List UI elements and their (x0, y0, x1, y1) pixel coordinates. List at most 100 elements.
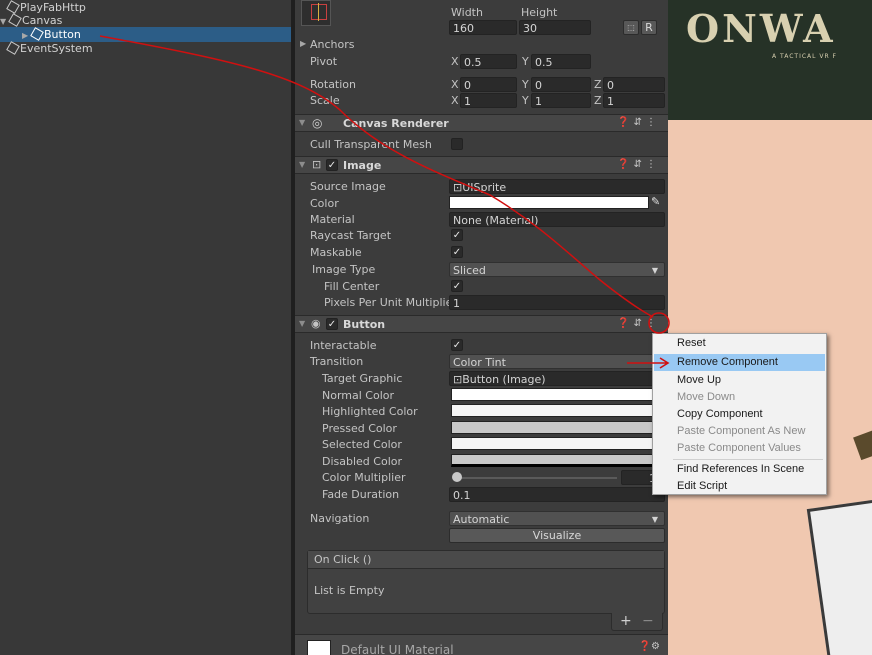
hierarchy-item-eventsystem[interactable]: EventSystem (6, 41, 93, 56)
pivot-x-field[interactable]: 0.5 (460, 54, 517, 69)
component-title: Image (343, 159, 382, 172)
target-graphic-field[interactable]: ⊡Button (Image) (449, 371, 665, 386)
fold-arrow-icon[interactable]: ▼ (299, 319, 305, 328)
scale-x-field[interactable]: 1 (460, 93, 517, 108)
interactable-checkbox[interactable]: ✓ (451, 339, 463, 351)
fold-arrow-icon[interactable]: ▼ (299, 118, 305, 127)
rotation-z-field[interactable]: 0 (603, 77, 665, 92)
dropdown-arrow-icon: ▼ (651, 515, 658, 524)
inspector-panel: Width Height 160 30 ⬚ R ▶ Anchors Pivot … (295, 0, 668, 655)
image-header[interactable]: ▼ ⊡ ✓ Image ❓⇵⋮ (295, 156, 668, 174)
component-title: Canvas Renderer (343, 117, 449, 130)
transition-label: Transition (310, 355, 364, 368)
highlighted-color-label: Highlighted Color (322, 405, 418, 418)
hierarchy-panel: PlayFabHttp ▼ Canvas ▶ Button EventSystem (0, 0, 291, 655)
width-field[interactable]: 160 (449, 20, 517, 35)
menu-item-reset[interactable]: Reset (654, 335, 825, 352)
menu-separator (673, 459, 823, 460)
color-swatch[interactable] (449, 196, 649, 209)
material-header-buttons[interactable]: ❓⚙ (639, 641, 660, 652)
hierarchy-item-button[interactable]: ▶ Button (0, 27, 291, 42)
eye-icon: ◎ (312, 116, 323, 130)
canvas-renderer-header[interactable]: ▼ ◎ Canvas Renderer ❓⇵⋮ (295, 114, 668, 132)
fold-arrow-icon[interactable]: ▼ (299, 160, 305, 169)
cull-transparent-mesh-label: Cull Transparent Mesh (310, 138, 432, 151)
menu-item-move-down[interactable]: Move Down (654, 389, 825, 406)
scale-y-field[interactable]: 1 (531, 93, 591, 108)
list-empty-label: List is Empty (314, 584, 385, 597)
disabled-color-swatch[interactable] (451, 454, 665, 467)
fade-duration-field[interactable]: 0.1 (449, 487, 665, 502)
blueprint-mode-button[interactable]: ⬚ (623, 20, 639, 35)
rotation-y-field[interactable]: 0 (531, 77, 591, 92)
color-multiplier-handle[interactable] (452, 472, 462, 482)
gameobject-icon (30, 27, 44, 41)
navigation-label: Navigation (310, 512, 370, 525)
ppu-multiplier-field[interactable]: 1 (449, 295, 665, 310)
selected-color-swatch[interactable] (451, 437, 665, 450)
rotation-y-axis: Y (522, 78, 529, 91)
onclick-list: On Click () List is Empty (307, 550, 665, 614)
anchors-fold-icon[interactable]: ▶ (300, 39, 306, 48)
remove-event-button[interactable]: − (642, 613, 654, 629)
visualize-button[interactable]: Visualize (449, 528, 665, 543)
anchor-preset-icon[interactable] (301, 0, 331, 26)
eyedropper-icon[interactable]: ✎ (651, 195, 660, 208)
raw-edit-button[interactable]: R (641, 20, 657, 35)
disabled-color-label: Disabled Color (322, 455, 403, 468)
transition-dropdown[interactable]: Color Tint (449, 354, 665, 369)
image-type-dropdown[interactable]: Sliced ▼ (449, 262, 665, 277)
component-header-buttons[interactable]: ❓⇵⋮ (617, 117, 660, 128)
raycast-target-checkbox[interactable]: ✓ (451, 229, 463, 241)
menu-item-paste-values[interactable]: Paste Component Values (654, 440, 825, 457)
color-label: Color (310, 197, 339, 210)
component-header-buttons[interactable]: ❓⇵⋮ (617, 159, 660, 170)
button-enabled-checkbox[interactable]: ✓ (326, 318, 338, 330)
menu-item-edit-script[interactable]: Edit Script (654, 478, 825, 495)
gameobject-icon (6, 41, 20, 55)
hierarchy-item-canvas[interactable]: ▼ Canvas (0, 13, 62, 28)
highlighted-color-swatch[interactable] (451, 404, 665, 417)
color-multiplier-track[interactable] (455, 477, 617, 479)
context-menu: Reset Remove Component Move Up Move Down… (652, 333, 827, 495)
game-title: ONWA (686, 6, 836, 51)
material-footer[interactable]: Default UI Material ❓⚙ (295, 634, 668, 655)
height-field[interactable]: 30 (519, 20, 591, 35)
navigation-dropdown[interactable]: Automatic ▼ (449, 511, 665, 526)
rotation-x-field[interactable]: 0 (460, 77, 517, 92)
component-header-buttons[interactable]: ❓⇵⋮ (617, 318, 660, 329)
pivot-y-axis: Y (522, 55, 529, 68)
menu-item-move-up[interactable]: Move Up (654, 372, 825, 389)
image-type-value: Sliced (453, 264, 486, 277)
menu-item-copy-component[interactable]: Copy Component (654, 406, 825, 423)
image-enabled-checkbox[interactable]: ✓ (326, 159, 338, 171)
game-view: ONWA A TACTICAL VR F (668, 0, 872, 655)
color-multiplier-label: Color Multiplier (322, 471, 406, 484)
button-header[interactable]: ▼ ◉ ✓ Button ❓⇵⋮ (295, 315, 668, 333)
menu-item-paste-as-new[interactable]: Paste Component As New (654, 423, 825, 440)
cull-transparent-mesh-checkbox[interactable] (451, 138, 463, 150)
rotation-label: Rotation (310, 78, 357, 91)
source-image-field[interactable]: ⊡UISprite (449, 179, 665, 194)
fill-center-checkbox[interactable]: ✓ (451, 280, 463, 292)
anchors-label[interactable]: Anchors (310, 38, 355, 51)
pressed-color-swatch[interactable] (451, 421, 665, 434)
rotation-x-axis: X (451, 78, 459, 91)
component-title: Button (343, 318, 386, 331)
material-label: Material (310, 213, 355, 226)
add-event-button[interactable]: + (620, 613, 632, 629)
menu-item-remove-component[interactable]: Remove Component (654, 354, 825, 371)
pivot-y-field[interactable]: 0.5 (531, 54, 591, 69)
onclick-list-footer: + − (611, 613, 663, 631)
scale-z-field[interactable]: 1 (603, 93, 665, 108)
maskable-checkbox[interactable]: ✓ (451, 246, 463, 258)
material-field[interactable]: None (Material) (449, 212, 665, 227)
material-preview (307, 640, 331, 655)
interactable-label: Interactable (310, 339, 377, 352)
image-component-icon: ⊡ (312, 158, 322, 171)
normal-color-swatch[interactable] (451, 388, 665, 401)
image-type-label: Image Type (312, 263, 376, 276)
menu-item-find-references[interactable]: Find References In Scene (654, 461, 825, 478)
normal-color-label: Normal Color (322, 389, 395, 402)
fade-duration-label: Fade Duration (322, 488, 400, 501)
